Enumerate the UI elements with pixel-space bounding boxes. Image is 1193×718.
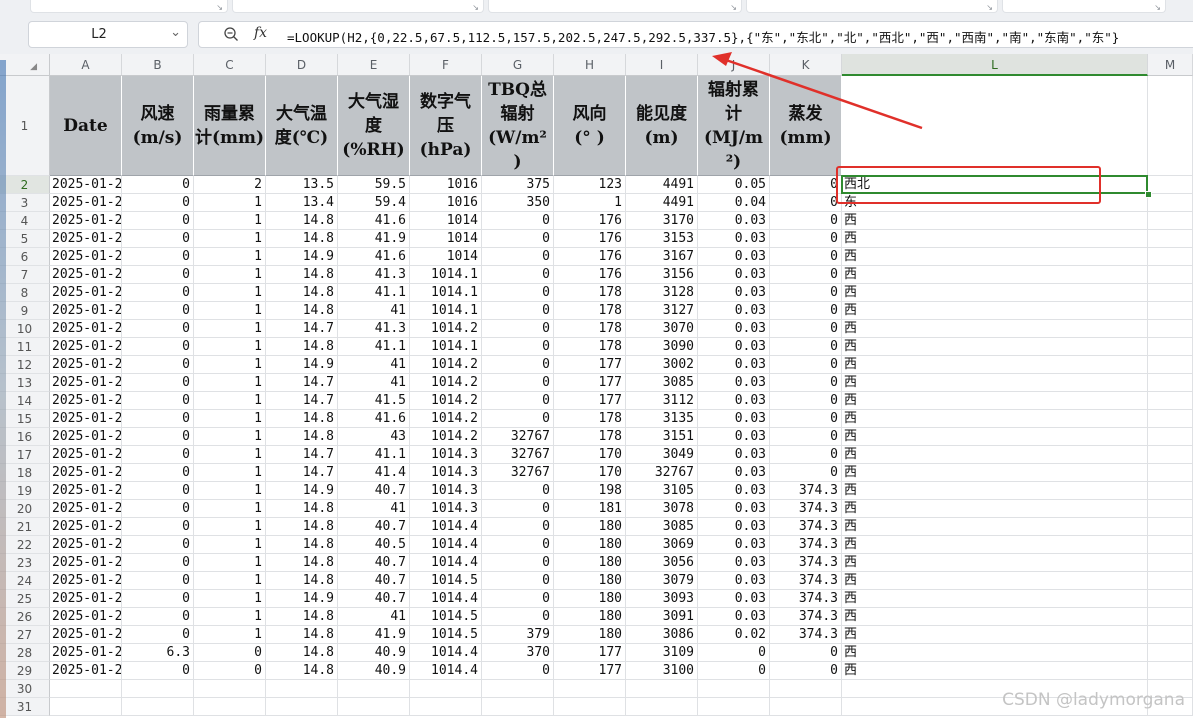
annotation-arrow [725, 58, 923, 130]
annotation-layer [712, 52, 923, 130]
watermark: CSDN @ladymorgana [1002, 690, 1185, 710]
annotation-arrowhead [712, 52, 732, 66]
